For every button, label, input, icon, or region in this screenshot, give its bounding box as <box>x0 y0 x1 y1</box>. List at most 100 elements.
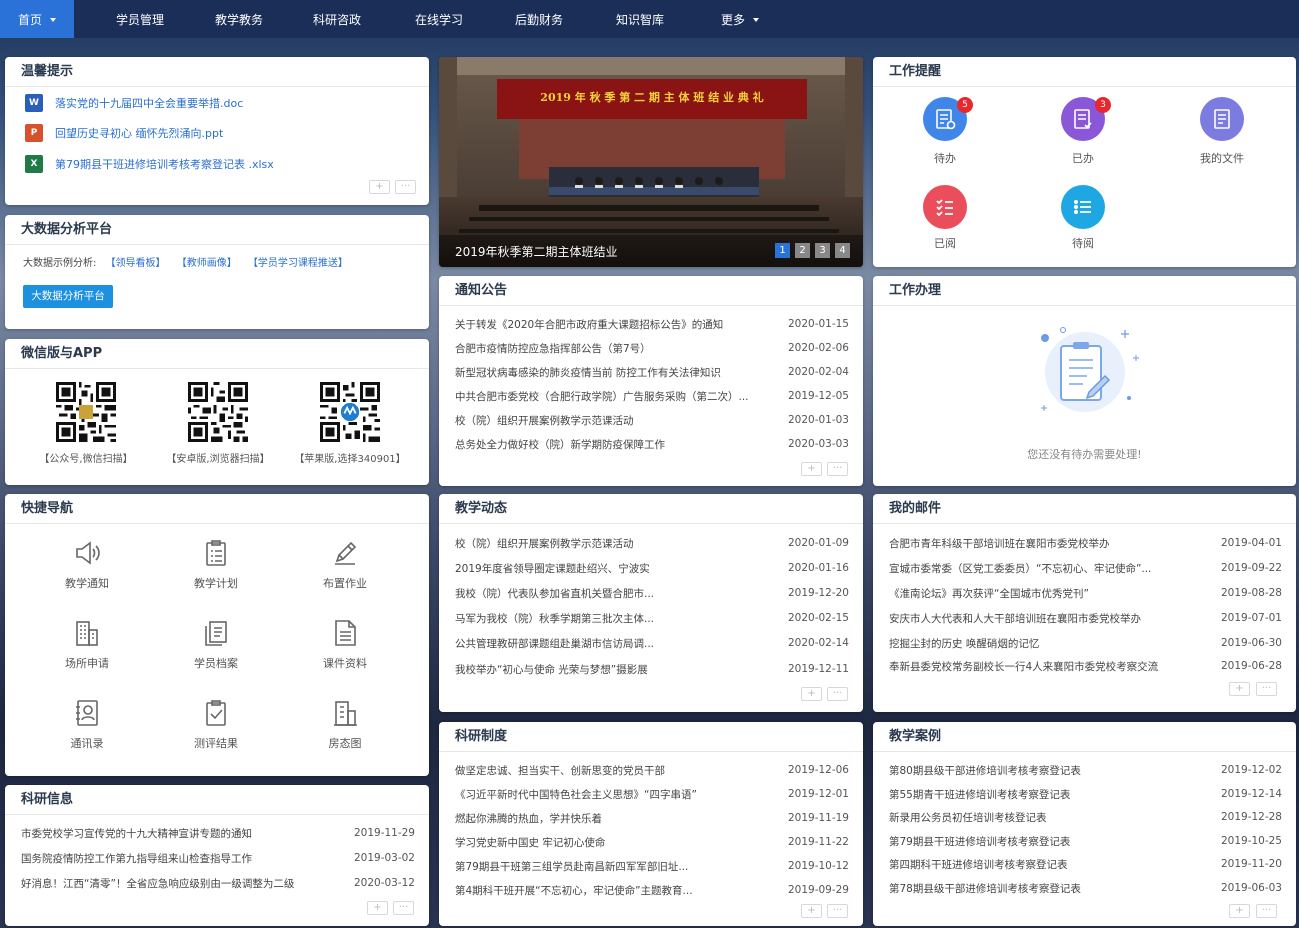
item-title[interactable]: 总务处全力做好校（院）新学期防疫保障工作 <box>455 437 665 452</box>
list-item[interactable]: 校（院）组织开展案例教学示范课活动 2020-01-09 <box>455 534 849 552</box>
item-title[interactable]: 好消息！江西“清零”！全省应急响应级别由一级调整为二级 <box>21 876 294 891</box>
carousel-page-3[interactable]: 3 <box>815 243 830 258</box>
list-item[interactable]: 第80期县级干部进修培训考核考察登记表 2019-12-02 <box>889 761 1282 779</box>
item-title[interactable]: 第四期科干班进修培训考核考察登记表 <box>889 857 1068 872</box>
quicknav-courseware[interactable]: 课件资料 <box>295 618 395 671</box>
file-row[interactable]: X 第79期县干班进修培训考核考察登记表 .xlsx <box>25 154 274 174</box>
quicknav-evaluation-results[interactable]: 测评结果 <box>166 698 266 751</box>
more-button[interactable]: ··· <box>827 904 848 918</box>
list-item[interactable]: 2019年度省领导圈定课题赴绍兴、宁波实 2020-01-16 <box>455 559 849 577</box>
quicknav-teaching-plan[interactable]: 教学计划 <box>166 538 266 591</box>
to-read-button[interactable] <box>1061 185 1105 229</box>
list-item[interactable]: 新型冠状病毒感染的肺炎疫情当前 防控工作有关法律知识 2020-02-04 <box>455 363 849 381</box>
add-button[interactable]: + <box>367 901 388 915</box>
list-item[interactable]: 第79期县干班进修培训考核考察登记表 2019-10-25 <box>889 832 1282 850</box>
list-item[interactable]: 第55期青干班进修培训考核考察登记表 2019-12-14 <box>889 785 1282 803</box>
list-item[interactable]: 第78期县级干部进修培训考核考察登记表 2019-06-03 <box>889 879 1282 897</box>
item-title[interactable]: 我校（院）代表队参加省直机关暨合肥市... <box>455 586 654 601</box>
list-item[interactable]: 《习近平新时代中国特色社会主义思想》“四字串语” 2019-12-01 <box>455 785 849 803</box>
more-button[interactable]: ··· <box>395 180 416 194</box>
nav-student-management[interactable]: 学员管理 <box>104 0 176 38</box>
more-button[interactable]: ··· <box>393 901 414 915</box>
list-item[interactable]: 中共合肥市委党校（合肥行政学院）广告服务采购（第二次）... 2019-12-05 <box>455 387 849 405</box>
list-item[interactable]: 奉新县委党校常务副校长一行4人来襄阳市委党校考察交流 2019-06-28 <box>889 657 1282 675</box>
file-link[interactable]: 回望历史寻初心 缅怀先烈涌向.ppt <box>55 125 223 141</box>
list-item[interactable]: 新录用公务员初任培训考核登记表 2019-12-28 <box>889 808 1282 826</box>
list-item[interactable]: 挖掘尘封的历史 唤醒硝烟的记忆 2019-06-30 <box>889 634 1282 652</box>
item-title[interactable]: 《习近平新时代中国特色社会主义思想》“四字串语” <box>455 787 697 802</box>
quicknav-student-files[interactable]: 学员档案 <box>166 618 266 671</box>
quicknav-venue-application[interactable]: 场所申请 <box>37 618 137 671</box>
item-title[interactable]: 校（院）组织开展案例教学示范课活动 <box>455 413 634 428</box>
item-title[interactable]: 关于转发《2020年合肥市政府重大课题招标公告》的通知 <box>455 317 723 332</box>
add-button[interactable]: + <box>801 904 822 918</box>
list-item[interactable]: 合肥市青年科级干部培训班在襄阳市委党校举办 2019-04-01 <box>889 534 1282 552</box>
item-title[interactable]: 新型冠状病毒感染的肺炎疫情当前 防控工作有关法律知识 <box>455 365 721 380</box>
list-item[interactable]: 公共管理教研部课题组赴巢湖市信访局调... 2020-02-14 <box>455 634 849 652</box>
add-button[interactable]: + <box>801 462 822 476</box>
item-title[interactable]: 挖掘尘封的历史 唤醒硝烟的记忆 <box>889 636 1039 651</box>
link-course-push[interactable]: 【学员学习课程推送】 <box>248 258 348 269</box>
nav-knowledge-base[interactable]: 知识智库 <box>604 0 676 38</box>
item-title[interactable]: 我校举办“初心与使命 光荣与梦想”摄影展 <box>455 662 648 677</box>
list-item[interactable]: 我校举办“初心与使命 光荣与梦想”摄影展 2019-12-11 <box>455 660 849 678</box>
item-title[interactable]: 第79期县干班进修培训考核考察登记表 <box>889 834 1070 849</box>
item-title[interactable]: 奉新县委党校常务副校长一行4人来襄阳市委党校考察交流 <box>889 659 1158 674</box>
list-item[interactable]: 我校（院）代表队参加省直机关暨合肥市... 2019-12-20 <box>455 584 849 602</box>
list-item[interactable]: 燃起你沸腾的热血，学并快乐着 2019-11-19 <box>455 809 849 827</box>
nav-more[interactable]: 更多 <box>705 0 775 38</box>
list-item[interactable]: 校（院）组织开展案例教学示范课活动 2020-01-03 <box>455 411 849 429</box>
nav-research[interactable]: 科研咨政 <box>301 0 373 38</box>
more-button[interactable]: ··· <box>1256 904 1277 918</box>
item-title[interactable]: 第4期科干班开展“不忘初心，牢记使命”主题教育... <box>455 883 693 898</box>
nav-teaching-affairs[interactable]: 教学教务 <box>203 0 275 38</box>
item-title[interactable]: 中共合肥市委党校（合肥行政学院）广告服务采购（第二次）... <box>455 389 749 404</box>
item-title[interactable]: 合肥市疫情防控应急指挥部公告（第7号） <box>455 341 651 356</box>
list-item[interactable]: 第4期科干班开展“不忘初心，牢记使命”主题教育... 2019-09-29 <box>455 881 849 899</box>
item-title[interactable]: 燃起你沸腾的热血，学并快乐着 <box>455 811 602 826</box>
my-files-button[interactable] <box>1200 97 1244 141</box>
add-button[interactable]: + <box>1229 904 1250 918</box>
quicknav-teaching-notice[interactable]: 教学通知 <box>37 538 137 591</box>
list-item[interactable]: 第四期科干班进修培训考核考察登记表 2019-11-20 <box>889 855 1282 873</box>
carousel-page-4[interactable]: 4 <box>835 243 850 258</box>
file-link[interactable]: 落实党的十九届四中全会重要举措.doc <box>55 95 243 111</box>
file-link[interactable]: 第79期县干班进修培训考核考察登记表 .xlsx <box>55 156 274 172</box>
item-title[interactable]: 新录用公务员初任培训考核登记表 <box>889 810 1047 825</box>
list-item[interactable]: 第79期县干班第三组学员赴南昌新四军军部旧址... 2019-10-12 <box>455 857 849 875</box>
item-title[interactable]: 市委党校学习宣传党的十九大精神宣讲专题的通知 <box>21 826 252 841</box>
item-title[interactable]: 公共管理教研部课题组赴巢湖市信访局调... <box>455 636 654 651</box>
quicknav-room-status[interactable]: 房态图 <box>295 698 395 751</box>
item-title[interactable]: 第80期县级干部进修培训考核考察登记表 <box>889 763 1081 778</box>
item-title[interactable]: 马军为我校（院）秋季学期第三批次主体... <box>455 611 654 626</box>
list-item[interactable]: 《淮南论坛》再次获评“全国城市优秀党刊” 2019-08-28 <box>889 584 1282 602</box>
list-item[interactable]: 关于转发《2020年合肥市政府重大课题招标公告》的通知 2020-01-15 <box>455 315 849 333</box>
link-leader-dashboard[interactable]: 【领导看板】 <box>106 258 166 269</box>
list-item[interactable]: 好消息！江西“清零”！全省应急响应级别由一级调整为二级 2020-03-12 <box>21 874 415 892</box>
item-title[interactable]: 学习党史新中国史 牢记初心使命 <box>455 835 605 850</box>
banner-carousel[interactable]: 2019 年 秋 季 第 二 期 主 体 班 结 业 典 礼 2019年秋季第二… <box>439 57 863 267</box>
nav-online-learning[interactable]: 在线学习 <box>403 0 475 38</box>
add-button[interactable]: + <box>801 687 822 701</box>
item-title[interactable]: 校（院）组织开展案例教学示范课活动 <box>455 536 634 551</box>
list-item[interactable]: 学习党史新中国史 牢记初心使命 2019-11-22 <box>455 833 849 851</box>
list-item[interactable]: 马军为我校（院）秋季学期第三批次主体... 2020-02-15 <box>455 609 849 627</box>
more-button[interactable]: ··· <box>827 687 848 701</box>
item-title[interactable]: 《淮南论坛》再次获评“全国城市优秀党刊” <box>889 586 1089 601</box>
more-button[interactable]: ··· <box>1256 682 1277 696</box>
quicknav-contacts[interactable]: 通讯录 <box>37 698 137 751</box>
carousel-page-2[interactable]: 2 <box>795 243 810 258</box>
nav-home[interactable]: 首页 <box>0 0 74 38</box>
add-button[interactable]: + <box>1229 682 1250 696</box>
item-title[interactable]: 做坚定忠诚、担当实干、创新思变的党员干部 <box>455 763 665 778</box>
list-item[interactable]: 宣城市委常委（区党工委委员）“不忘初心、牢记使命”... 2019-09-22 <box>889 559 1282 577</box>
nav-logistics-finance[interactable]: 后勤财务 <box>503 0 575 38</box>
link-teacher-profile[interactable]: 【教师画像】 <box>177 258 237 269</box>
list-item[interactable]: 安庆市人大代表和人大干部培训班在襄阳市委党校举办 2019-07-01 <box>889 609 1282 627</box>
bigdata-platform-button[interactable]: 大数据分析平台 <box>23 285 113 308</box>
item-title[interactable]: 第55期青干班进修培训考核考察登记表 <box>889 787 1070 802</box>
list-item[interactable]: 做坚定忠诚、担当实干、创新思变的党员干部 2019-12-06 <box>455 761 849 779</box>
item-title[interactable]: 第79期县干班第三组学员赴南昌新四军军部旧址... <box>455 859 688 874</box>
item-title[interactable]: 2019年度省领导圈定课题赴绍兴、宁波实 <box>455 561 650 576</box>
item-title[interactable]: 第78期县级干部进修培训考核考察登记表 <box>889 881 1081 896</box>
